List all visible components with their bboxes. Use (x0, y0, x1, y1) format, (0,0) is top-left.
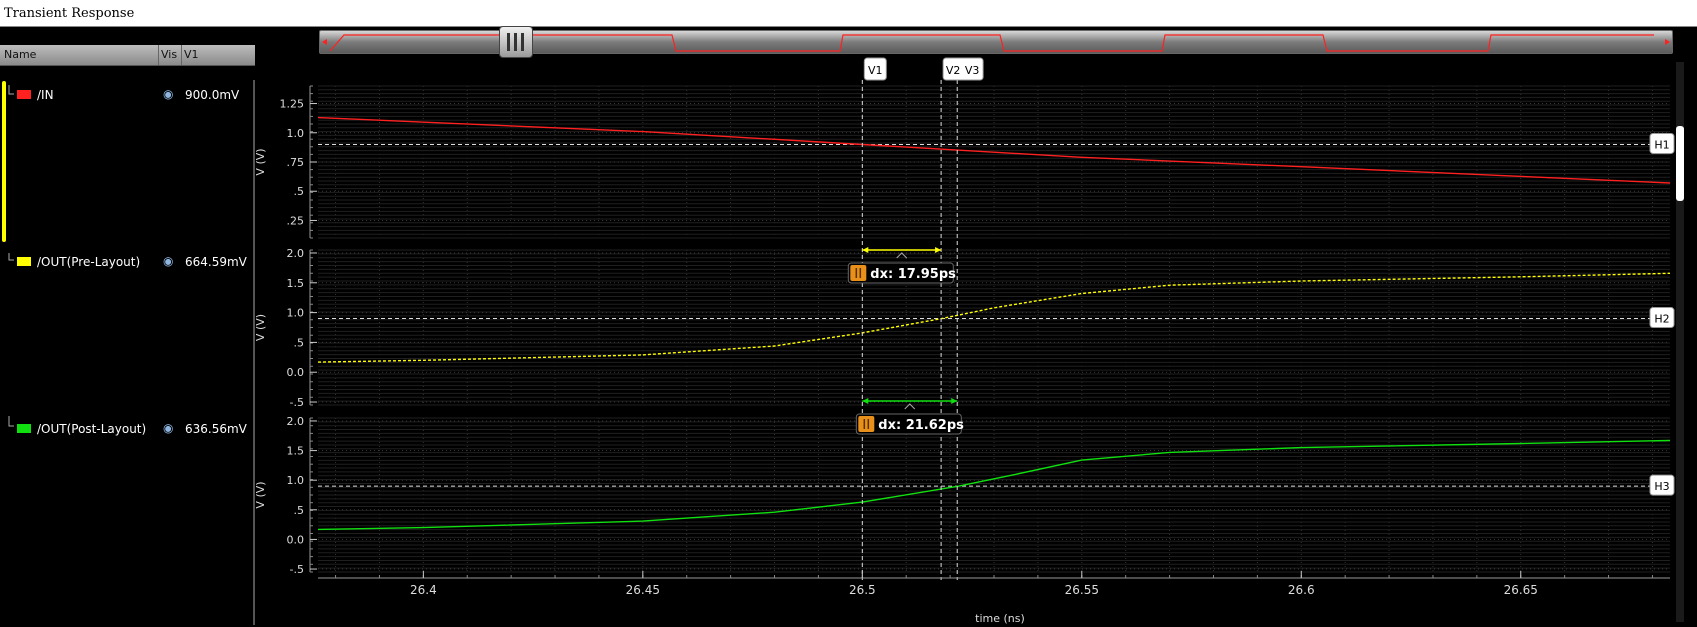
y-tick-label: 1.5 (287, 277, 305, 290)
horizontal-marker-label: H1 (1654, 138, 1669, 151)
y-tick-label: .5 (294, 185, 305, 198)
y-tick-label: .25 (287, 214, 305, 227)
y-tick-label: .5 (294, 336, 305, 349)
y-tick-label: 1.0 (287, 127, 305, 140)
vertical-marker-label: V1 (868, 64, 883, 77)
y-tick-label: .5 (294, 504, 305, 517)
x-tick-label: 26.6 (1288, 583, 1315, 597)
y-tick-label: 0.0 (287, 366, 305, 379)
delta-arrow-head (862, 247, 869, 253)
y-tick-label: -.5 (290, 563, 304, 576)
y-tick-label: 1.0 (287, 474, 305, 487)
x-tick-label: 26.5 (849, 583, 876, 597)
y-tick-label: 1.25 (280, 98, 305, 111)
series-line (317, 439, 1671, 531)
delta-arrow-head (935, 247, 942, 253)
x-tick-label: 26.4 (410, 583, 437, 597)
delta-marker-icon (850, 265, 867, 281)
horizontal-marker-label: H3 (1654, 480, 1669, 493)
y-axis-label: V (V) (254, 481, 267, 508)
delta-arrow-head (951, 398, 958, 404)
y-tick-label: 1.0 (287, 307, 305, 320)
y-tick-label: 1.5 (287, 445, 305, 458)
x-axis-label: time (ns) (975, 612, 1025, 625)
x-tick-label: 26.45 (626, 583, 660, 597)
y-tick-label: -.5 (290, 396, 304, 409)
delta-label: dx: 17.95ps (870, 267, 956, 282)
y-axis-label: V (V) (254, 314, 267, 341)
y-tick-label: 0.0 (287, 533, 305, 546)
vertical-marker-label: V3 (965, 64, 980, 77)
vertical-marker-label: V2 (946, 64, 961, 77)
y-tick-label: 2.0 (287, 415, 305, 428)
y-axis-label: V (V) (254, 148, 267, 175)
y-tick-label: 2.0 (287, 247, 305, 260)
delta-arrow-head (862, 398, 869, 404)
x-tick-label: 26.55 (1065, 583, 1099, 597)
x-tick-label: 26.65 (1504, 583, 1538, 597)
transient-chart: .25 .5 .75 1.0 1.25 V (V) H1 -.5 0.0 .5 1.0 1.5 2.0 V… (254, 57, 1675, 625)
horizontal-marker-label: H2 (1654, 313, 1669, 326)
y-tick-label: .75 (287, 156, 305, 169)
delta-label: dx: 21.62ps (878, 418, 964, 433)
delta-marker-icon (858, 416, 875, 432)
